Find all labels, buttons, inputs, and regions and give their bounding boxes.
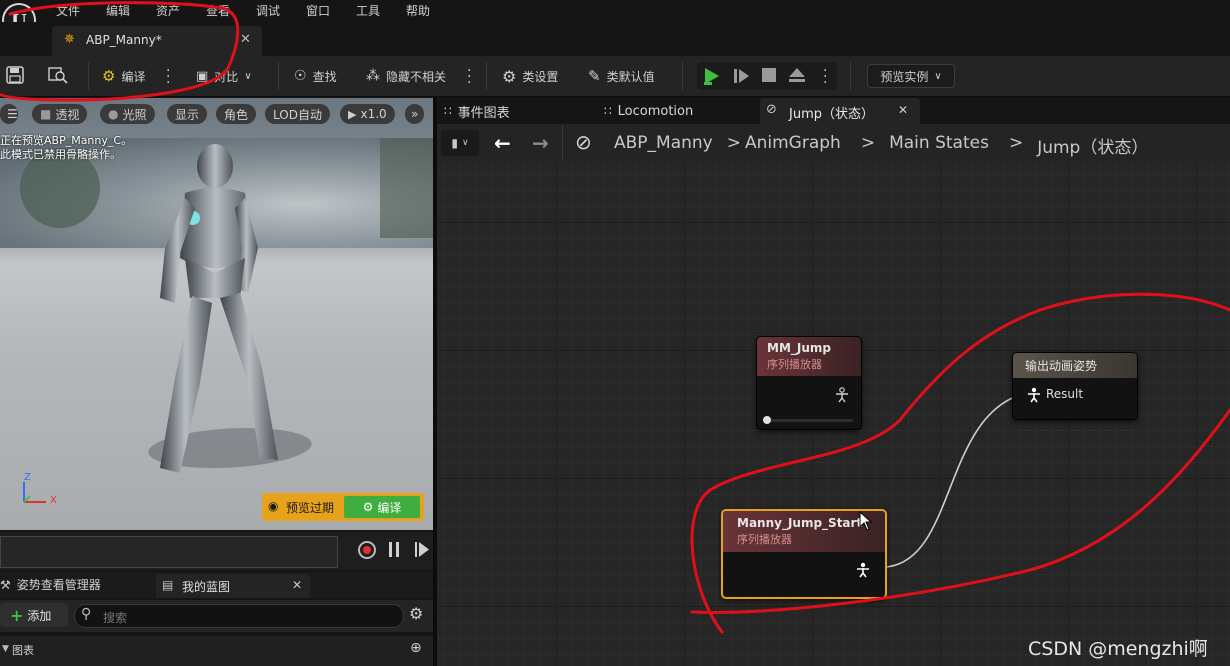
watermark: CSDN @mengzhi啊 — [1028, 638, 1208, 660]
red-annotation-marks — [0, 1, 1230, 634]
